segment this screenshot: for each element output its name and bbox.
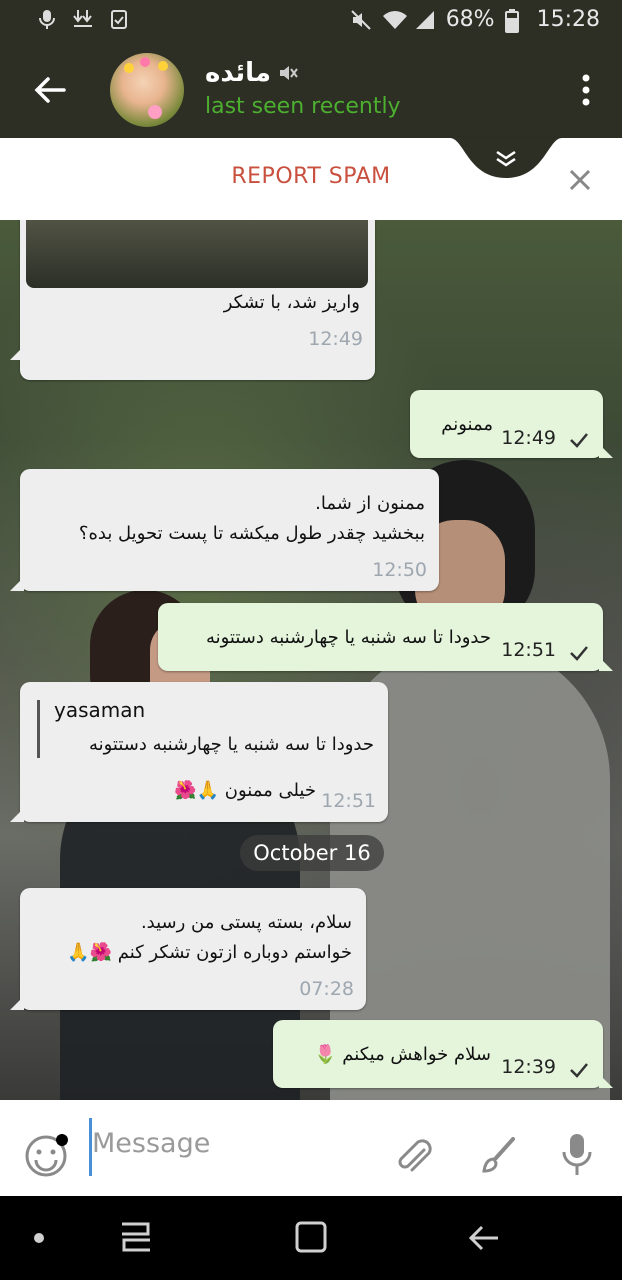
message-text: ممنون از شما. ببخشید چقدر طول میکشه تا پ… [78, 493, 425, 544]
avatar[interactable] [110, 53, 184, 127]
battery-icon [504, 8, 527, 33]
reply-sender-name[interactable]: yasaman [54, 698, 145, 722]
contact-name: مائده [205, 58, 271, 88]
message-input-bar: Message [0, 1100, 622, 1196]
signal-icon [414, 9, 436, 31]
message-outgoing[interactable]: ممنونم 12:49 [410, 390, 613, 458]
message-time: 12:39 [501, 1056, 556, 1078]
close-icon [569, 169, 591, 191]
message-incoming[interactable]: سلام، بسته پستی من رسید. خواستم دوباره ا… [10, 888, 366, 1010]
voice-record-button[interactable] [560, 1132, 594, 1178]
message-outgoing[interactable]: سلام خواهش میکنم 🌷 12:39 [273, 1020, 613, 1088]
close-spam-bar-button[interactable] [568, 168, 592, 192]
more-vertical-icon [582, 74, 590, 106]
back-button[interactable] [30, 70, 70, 110]
mute-status-icon [350, 9, 372, 31]
sent-check-icon [570, 433, 588, 448]
microphone-icon [562, 1134, 592, 1175]
reply-quote-bar [37, 700, 40, 758]
message-time: 12:49 [501, 427, 556, 449]
clock: 15:28 [536, 7, 600, 32]
message-time: 07:28 [299, 978, 354, 1000]
arrow-left-icon [34, 77, 66, 103]
reply-quoted-text[interactable]: حدودا تا سه شنبه یا چهارشنبه دستتونه [54, 730, 374, 760]
home-icon [295, 1221, 327, 1253]
system-nav-bar [0, 1196, 622, 1280]
message-time: 12:50 [372, 559, 427, 581]
message-text: حدودا تا سه شنبه یا چهارشنبه دستتونه [205, 627, 491, 648]
last-seen-status: last seen recently [205, 94, 401, 119]
message-text: واریز شد، با تشکر [223, 292, 360, 313]
attach-button[interactable] [394, 1134, 434, 1178]
date-separator: October 16 [240, 835, 384, 871]
message-text: خیلی ممنون 🙏🌺 [174, 780, 316, 801]
paintbrush-icon [482, 1137, 515, 1173]
message-incoming[interactable]: ممنون از شما. ببخشید چقدر طول میکشه تا پ… [10, 469, 439, 591]
system-back-button[interactable] [466, 1220, 502, 1256]
sent-check-icon [570, 1063, 588, 1078]
status-bar: 68% 15:28 [0, 0, 622, 42]
more-options-button[interactable] [580, 72, 592, 108]
clipboard-check-icon [108, 8, 130, 30]
wifi-icon [382, 9, 407, 31]
battery-percent: 68% [445, 7, 495, 32]
paperclip-icon [398, 1139, 432, 1172]
nav-dot-icon [34, 1233, 44, 1243]
home-button[interactable] [294, 1220, 328, 1254]
sent-check-icon [570, 646, 588, 661]
chevron-double-down-icon [450, 138, 562, 178]
message-time: 12:51 [321, 790, 376, 812]
contact-name-row[interactable]: مائده [205, 58, 299, 88]
message-text: سلام خواهش میکنم 🌷 [314, 1044, 491, 1065]
photo-attachment[interactable] [26, 220, 368, 288]
pinned-expand-tab[interactable] [450, 138, 562, 178]
chat-header: مائده last seen recently [0, 42, 622, 138]
download-status-icon [72, 8, 94, 30]
smiley-icon [25, 1134, 68, 1177]
message-time: 12:51 [501, 639, 556, 661]
recent-apps-icon [122, 1222, 150, 1252]
emoji-button[interactable] [24, 1134, 68, 1178]
message-text: سلام، بسته پستی من رسید. خواستم دوباره ا… [67, 912, 352, 963]
back-arrow-icon [468, 1225, 498, 1251]
recent-apps-button[interactable] [118, 1220, 154, 1256]
message-time: 12:49 [308, 328, 363, 350]
message-incoming[interactable]: واریز شد، با تشکر 12:49 [10, 220, 375, 380]
chat-area: واریز شد، با تشکر 12:49 ممنونم 12:49 ممن… [0, 220, 622, 1100]
draw-button[interactable] [478, 1134, 518, 1178]
message-text: ممنونم [441, 414, 493, 435]
microphone-status-icon [36, 8, 58, 30]
muted-speaker-icon [280, 66, 298, 80]
message-incoming-reply[interactable]: yasaman حدودا تا سه شنبه یا چهارشنبه دست… [10, 682, 388, 822]
message-outgoing[interactable]: حدودا تا سه شنبه یا چهارشنبه دستتونه 12:… [158, 603, 613, 671]
message-input[interactable]: Message [92, 1128, 210, 1159]
